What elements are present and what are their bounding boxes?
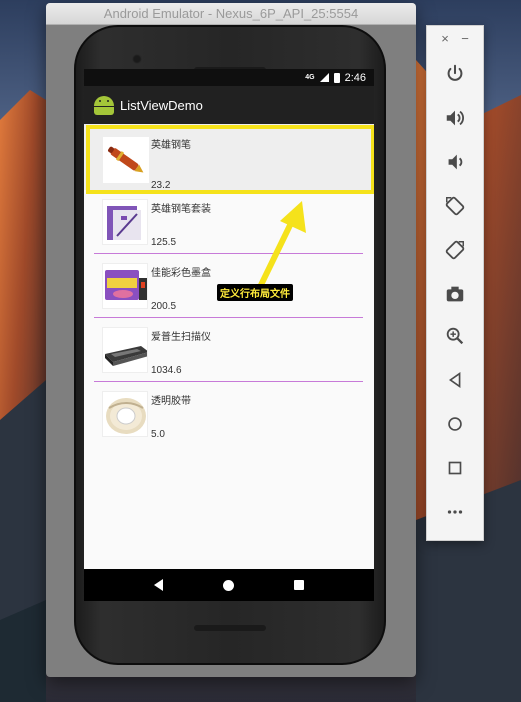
annotation-highlight-box: [86, 125, 374, 194]
annotation-arrow-icon: [257, 201, 306, 290]
camera-icon[interactable]: [441, 280, 469, 308]
product-price: 125.5: [151, 237, 177, 248]
home-icon[interactable]: [441, 410, 469, 438]
emulator-window: Android Emulator - Nexus_6P_API_25:5554 …: [46, 3, 416, 677]
back-icon[interactable]: [154, 579, 163, 591]
back-icon[interactable]: [441, 366, 469, 394]
toolbar-header: × −: [427, 26, 483, 50]
tape-roll-image: [102, 391, 148, 437]
list-item[interactable]: 英雄钢笔套装 125.5: [84, 190, 374, 254]
annotation-label: 定义行布局文件: [217, 284, 293, 301]
navigation-bar: [84, 569, 374, 601]
ink-cartridge-image: [102, 263, 148, 309]
rotate-right-icon[interactable]: [441, 236, 469, 264]
volume-up-icon[interactable]: [441, 104, 469, 132]
scanner-image: [102, 327, 148, 373]
more-icon[interactable]: [441, 498, 469, 526]
product-name: 爱普生扫描仪: [151, 332, 211, 343]
zoom-icon[interactable]: [441, 322, 469, 350]
app-bar: ListViewDemo: [84, 86, 374, 124]
product-name: 透明胶带: [151, 396, 191, 407]
overview-icon[interactable]: [441, 454, 469, 482]
product-price: 200.5: [151, 301, 177, 312]
status-bar: 4G 2:46: [84, 69, 374, 86]
front-camera: [132, 54, 142, 64]
pen-gift-set-image: [102, 199, 148, 245]
rotate-left-icon[interactable]: [441, 192, 469, 220]
list-item[interactable]: 透明胶带 5.0: [84, 382, 374, 446]
emulator-side-toolbar: × −: [426, 25, 484, 541]
android-logo-icon: [94, 96, 114, 115]
product-name: 英雄钢笔套装: [151, 204, 211, 215]
close-icon[interactable]: ×: [441, 31, 449, 46]
minimize-icon[interactable]: −: [461, 31, 469, 46]
product-price: 1034.6: [151, 365, 182, 376]
list-item[interactable]: 爱普生扫描仪 1034.6: [84, 318, 374, 382]
battery-icon: [333, 72, 340, 83]
recent-apps-icon[interactable]: [294, 580, 304, 590]
volume-down-icon[interactable]: [441, 148, 469, 176]
emulator-titlebar[interactable]: Android Emulator - Nexus_6P_API_25:5554: [46, 3, 416, 25]
clock: 2:46: [344, 71, 366, 84]
home-icon[interactable]: [223, 579, 234, 591]
phone-screen[interactable]: 4G 2:46 ListViewDemo 英雄钢笔 23.2 英雄钢笔套装 12…: [84, 69, 374, 601]
power-icon[interactable]: [441, 60, 469, 88]
product-name: 佳能彩色墨盒: [151, 268, 211, 279]
network-type: 4G: [305, 74, 315, 81]
app-title: ListViewDemo: [120, 97, 203, 113]
product-price: 5.0: [151, 429, 165, 440]
emulator-title: Android Emulator - Nexus_6P_API_25:5554: [103, 6, 359, 21]
signal-icon: [319, 73, 329, 82]
bottom-speaker: [194, 625, 266, 631]
